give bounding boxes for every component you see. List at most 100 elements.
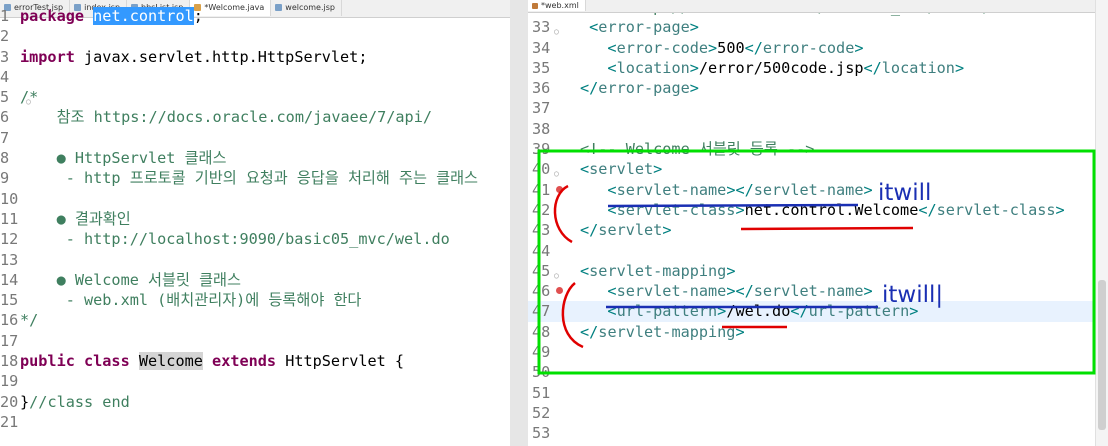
line-number: 18	[0, 352, 19, 371]
code-line[interactable]: 1 package net.control;	[0, 6, 510, 26]
code-token: /error/500code.jsp	[698, 58, 864, 77]
code-line[interactable]: 43 </servlet>	[528, 220, 1108, 240]
line-number: 53	[532, 424, 551, 443]
code-line[interactable]: 5 ○/*	[0, 87, 510, 107]
line-number: 1	[0, 7, 10, 25]
code-line[interactable]: 7	[0, 128, 510, 148]
line-number: 35	[532, 58, 551, 77]
code-token: >	[653, 160, 663, 179]
code-token: <	[580, 180, 617, 199]
line-number: 37	[532, 99, 551, 118]
code-token: ● Welcome 서블릿 클래스	[20, 270, 241, 289]
code-line[interactable]: 42 <servlet-class>net.control.Welcome</s…	[528, 200, 1108, 220]
line-text: <url-pattern>/wel.do</url-pattern>	[580, 301, 918, 321]
code-line[interactable]: 21	[0, 412, 510, 432]
code-token: >	[863, 180, 873, 199]
line-number: 44	[532, 241, 551, 260]
line-text: ● 결과확인	[20, 209, 131, 229]
line-text: <error-code>500</error-code>	[580, 38, 863, 58]
code-line[interactable]: 8 ● HttpServlet 클래스	[0, 148, 510, 168]
code-line[interactable]: 50	[528, 362, 1108, 382]
code-line[interactable]: 16 */	[0, 310, 510, 330]
code-line[interactable]: 52	[528, 403, 1108, 423]
line-text: ● Welcome 서블릿 클래스	[20, 270, 241, 290]
code-line[interactable]: 34 <error-code>500</error-code>	[528, 38, 1108, 58]
line-number: 45	[532, 261, 551, 280]
line-number: 51	[532, 383, 551, 402]
java-editor-pane[interactable]: errorTest.jspindex.jspbbsList.jsp*Welcom…	[0, 0, 510, 446]
code-line[interactable]: 18 public class Welcome extends HttpServl…	[0, 351, 510, 371]
code-line[interactable]: 10	[0, 189, 510, 209]
code-line[interactable]: 38	[528, 119, 1108, 139]
code-line[interactable]: 3 import javax.servlet.http.HttpServlet;	[0, 47, 510, 67]
code-token: ● 결과확인	[20, 209, 131, 228]
code-line[interactable]: 33 ○ <error-page>	[528, 17, 1108, 37]
xml-editor-pane[interactable]: 32<!-- http://localhost:9090/basic05_mvc…	[528, 0, 1108, 446]
code-line[interactable]: 49	[528, 342, 1108, 362]
tab-web-xml[interactable]: *web.xml	[528, 0, 586, 11]
line-number: 39	[532, 140, 551, 159]
scrollbar-thumb[interactable]	[1098, 280, 1106, 430]
code-line[interactable]: 19	[0, 371, 510, 391]
vertical-scrollbar[interactable]	[1095, 0, 1108, 446]
code-token: net.control	[93, 7, 194, 25]
code-line[interactable]: 48 </servlet-mapping>	[528, 322, 1108, 342]
code-token: <	[580, 282, 617, 301]
code-line[interactable]: 39 <!-- Welcome 서블릿 등록 -->	[528, 139, 1108, 159]
code-token: servlet-name	[753, 180, 864, 199]
line-text: ● HttpServlet 클래스	[20, 148, 227, 168]
code-token: servlet-class	[616, 200, 736, 219]
code-line[interactable]: 9 - http 프로토콜 기반의 요청과 응답을 처리해 주는 클래스	[0, 168, 510, 188]
code-token: url-pattern	[616, 302, 718, 321]
code-token: location	[881, 58, 955, 77]
code-line[interactable]: 35 <location>/error/500code.jsp</locatio…	[528, 58, 1108, 78]
code-line[interactable]: 6 참조 https://docs.oracle.com/javaee/7/ap…	[0, 107, 510, 127]
code-line[interactable]: 4	[0, 67, 510, 87]
code-token: location	[616, 58, 690, 77]
line-number: 41	[532, 180, 551, 199]
code-line[interactable]: 41 <servlet-name></servlet-name>	[528, 180, 1108, 200]
code-line[interactable]: 47 <url-pattern>/wel.do</url-pattern>	[528, 301, 1108, 322]
xml-code-area[interactable]: 32<!-- http://localhost:9090/basic05_mvc…	[528, 0, 1108, 444]
code-line[interactable]: 36 </error-page>	[528, 78, 1108, 98]
line-number: 20	[0, 392, 19, 411]
code-line[interactable]: 15 - web.xml (배치관리자)에 등록해야 한다	[0, 290, 510, 310]
line-number: 13	[0, 250, 19, 269]
code-line[interactable]: 45 ○ <servlet-mapping>	[528, 261, 1108, 281]
code-token: </	[744, 38, 763, 57]
code-line[interactable]: 12 - http://localhost:9090/basic05_mvc/w…	[0, 229, 510, 249]
error-marker-icon[interactable]	[556, 185, 563, 193]
editor-splitter[interactable]	[510, 0, 528, 446]
code-line[interactable]: 2	[0, 26, 510, 46]
code-line[interactable]: 46 <servlet-name></servlet-name>	[528, 281, 1108, 301]
line-number: 52	[532, 403, 551, 422]
code-token: </	[580, 79, 599, 98]
line-number: 21	[0, 412, 19, 431]
code-line[interactable]: 37	[528, 98, 1108, 118]
code-line[interactable]: 14 ● Welcome 서블릿 클래스	[0, 270, 510, 290]
code-line[interactable]: 17	[0, 331, 510, 351]
code-line[interactable]: 53	[528, 423, 1108, 443]
code-line[interactable]: 11 ● 결과확인	[0, 209, 510, 229]
code-token: - http://localhost:9090/basic05_mvc/wel.…	[20, 230, 450, 249]
code-line[interactable]: 44	[528, 241, 1108, 261]
code-token: - http 프로토콜 기반의 요청과 응답을 처리해 주는 클래스	[20, 169, 479, 188]
code-token: public class	[20, 352, 139, 371]
code-token: error-code	[616, 38, 709, 57]
code-line[interactable]: 13	[0, 250, 510, 270]
line-text: */	[20, 310, 38, 330]
code-token: >	[689, 79, 699, 98]
line-number: 38	[532, 119, 551, 138]
line-text: - web.xml (배치관리자)에 등록해야 한다	[20, 290, 362, 310]
line-text: /*	[20, 87, 38, 107]
line-number: 11	[0, 209, 19, 228]
error-marker-icon[interactable]	[556, 287, 563, 295]
line-text: import javax.servlet.http.HttpServlet;	[20, 47, 367, 67]
code-token: servlet-name	[753, 282, 864, 301]
java-code-area[interactable]: 1 package net.control; 2 3 import javax.serv…	[0, 6, 510, 432]
code-line[interactable]: 20}//class end	[0, 392, 510, 412]
line-number: 5	[0, 88, 10, 107]
code-line[interactable]: 40 ○ <servlet>	[528, 159, 1108, 179]
code-line[interactable]: 51	[528, 383, 1108, 403]
line-number: 36	[532, 79, 551, 98]
